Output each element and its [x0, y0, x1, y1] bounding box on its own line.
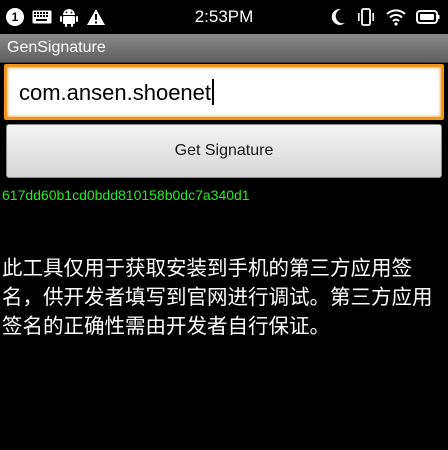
vibrate-icon	[356, 8, 376, 26]
signature-result: 617dd60b1cd0bdd810158b0dc7a340d1	[2, 187, 250, 203]
wifi-icon	[386, 8, 406, 26]
get-signature-button[interactable]: Get Signature	[6, 124, 442, 178]
status-bar: 1 2:53PM	[0, 0, 448, 34]
title-bar: GenSignature	[0, 34, 448, 63]
text-cursor	[212, 79, 215, 105]
status-icons-right	[330, 6, 440, 28]
package-name-value[interactable]: com.ansen.shoenet	[19, 79, 215, 107]
battery-icon	[416, 9, 440, 25]
app-title: GenSignature	[7, 39, 106, 56]
description-text: 此工具仅用于获取安装到手机的第三方应用签名，供开发者填写到官网进行调试。第三方应…	[2, 256, 433, 338]
package-name-input[interactable]: com.ansen.shoenet	[4, 64, 444, 120]
package-name-text: com.ansen.shoenet	[19, 80, 212, 105]
moon-icon	[330, 8, 346, 26]
